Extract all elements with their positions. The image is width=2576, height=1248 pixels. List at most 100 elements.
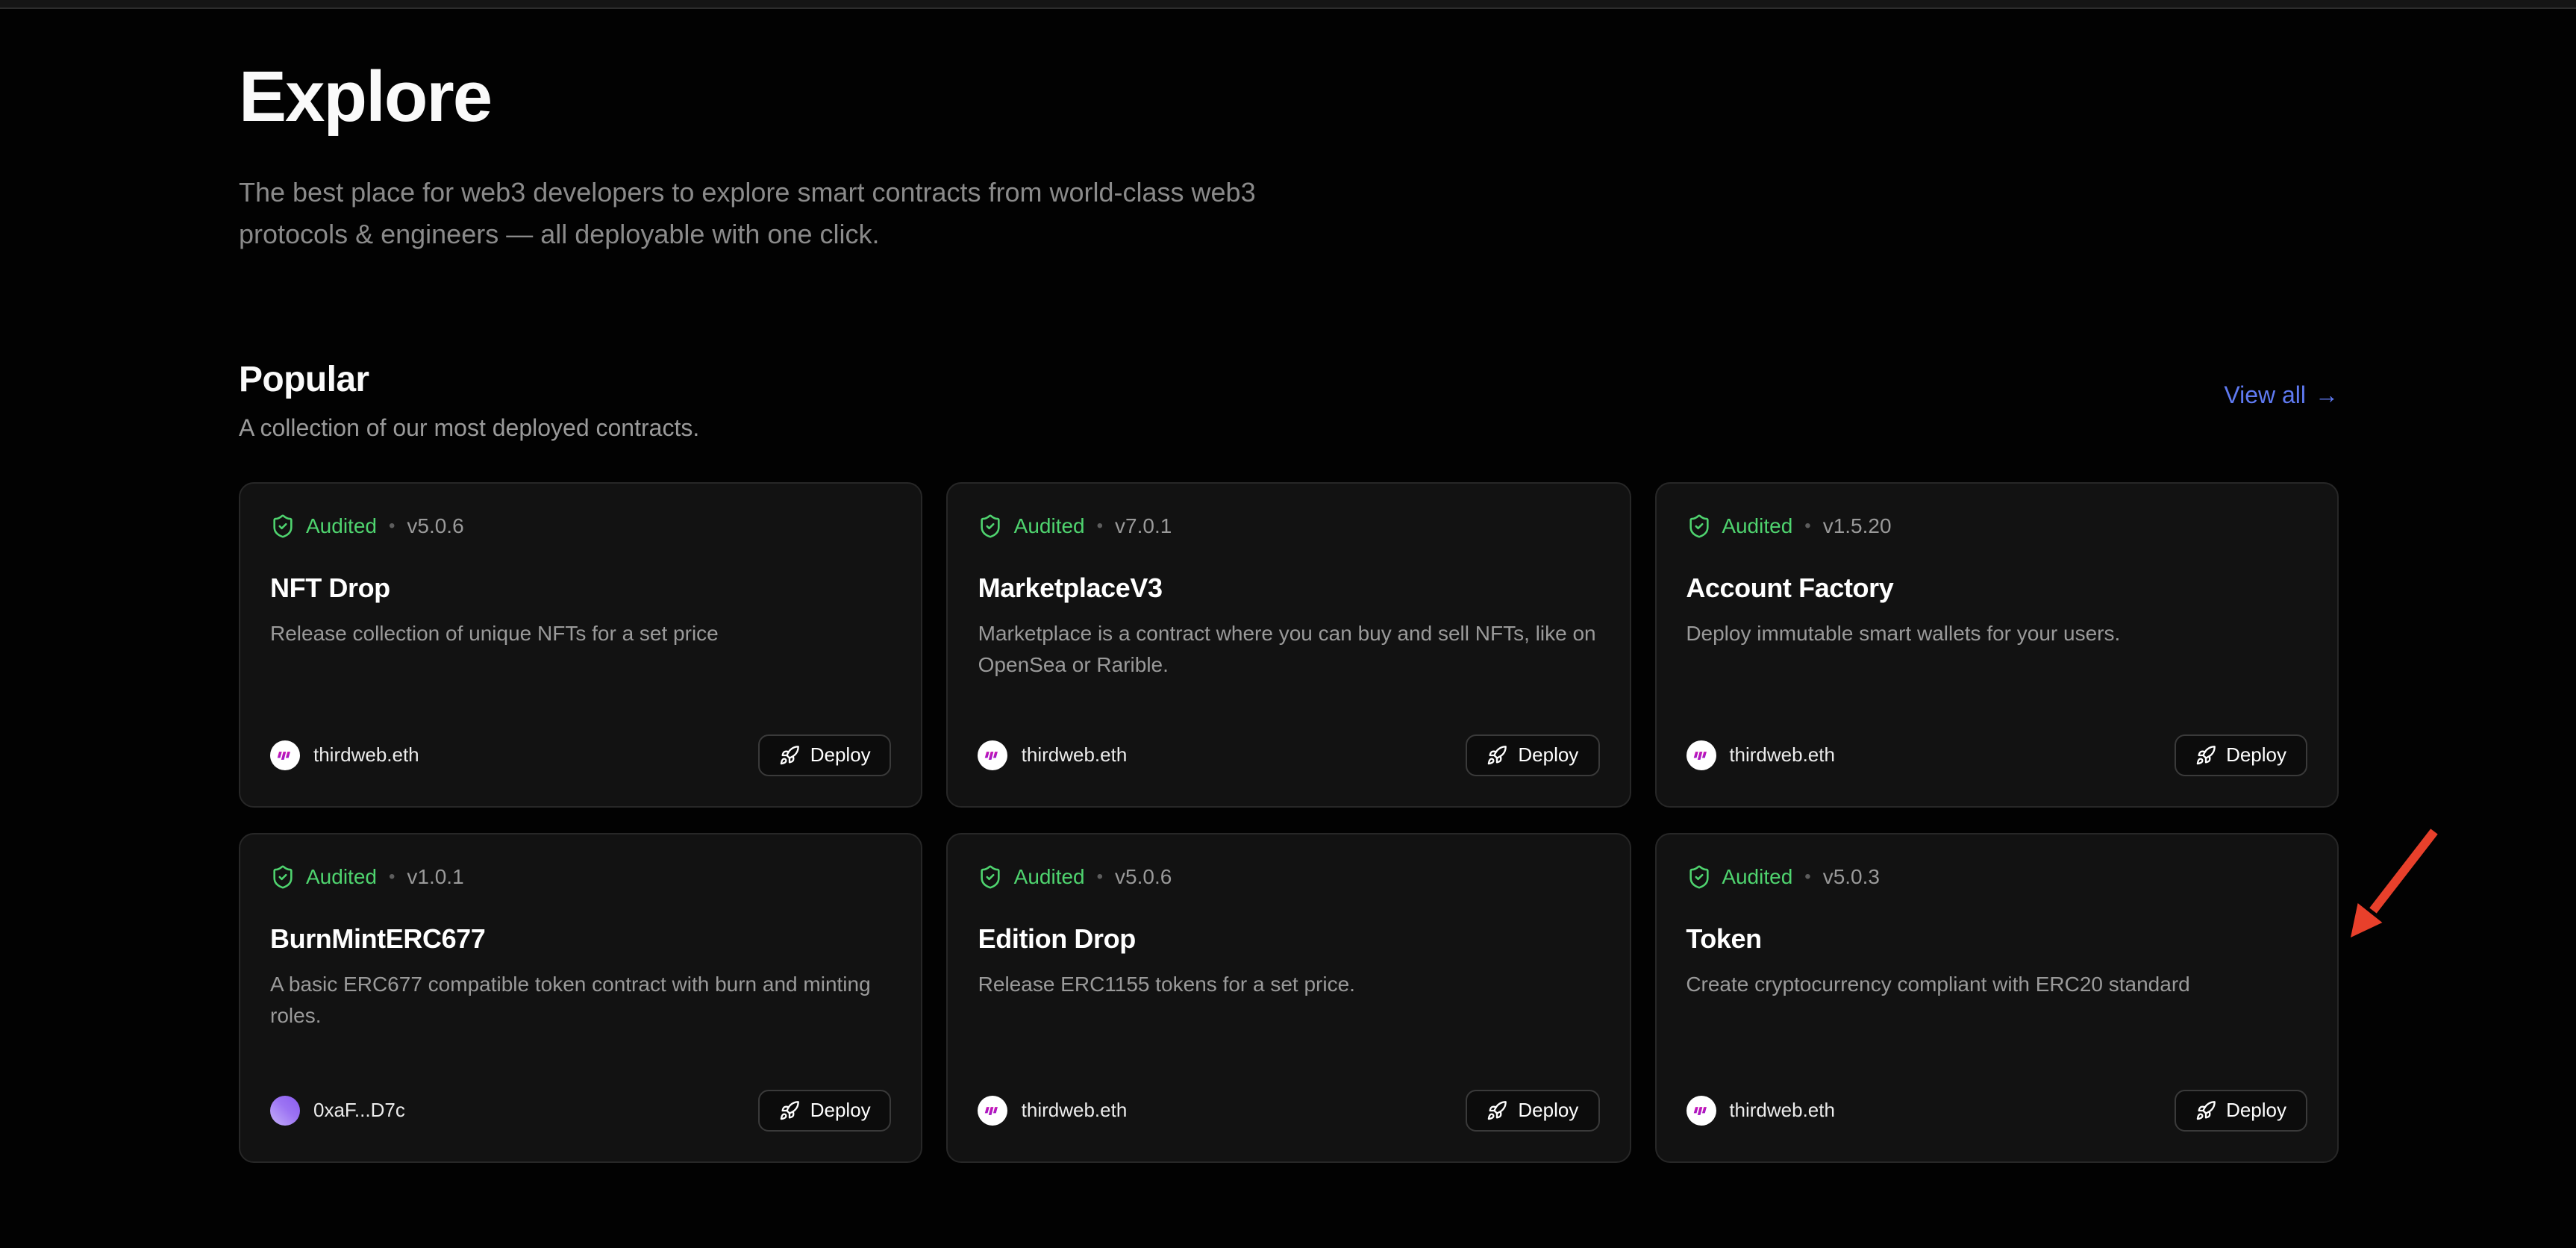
publisher-name: thirdweb.eth	[313, 744, 419, 767]
contract-description: Create cryptocurrency compliant with ERC…	[1686, 969, 2307, 1000]
deploy-button[interactable]: Deploy	[2174, 734, 2307, 776]
publisher[interactable]: thirdweb.eth	[978, 1096, 1128, 1126]
shield-check-icon	[978, 864, 1004, 890]
contract-card[interactable]: Audited • v5.0.6 Edition Drop Release ER…	[947, 833, 1631, 1163]
top-edge-divider	[0, 0, 2576, 9]
shield-check-icon	[978, 514, 1004, 539]
red-arrow-annotation	[2337, 821, 2460, 955]
publisher-avatar	[1686, 1096, 1716, 1126]
rocket-icon	[779, 745, 800, 766]
contract-title: BurnMintERC677	[270, 924, 892, 955]
shield-check-icon	[1686, 514, 1711, 539]
cards-grid: Audited • v5.0.6 NFT Drop Release collec…	[239, 482, 2339, 1163]
card-footer: thirdweb.eth Deploy	[978, 1090, 1600, 1132]
deploy-label: Deploy	[810, 1099, 871, 1122]
publisher-avatar	[978, 740, 1008, 770]
rocket-icon	[2195, 1100, 2216, 1121]
contract-title: Token	[1686, 924, 2307, 955]
page-title: Explore	[239, 60, 2339, 139]
publisher-name: thirdweb.eth	[1729, 1099, 1835, 1122]
rocket-icon	[1486, 1100, 1507, 1121]
dot-separator: •	[1097, 516, 1103, 537]
contract-title: Account Factory	[1686, 573, 2307, 605]
publisher[interactable]: 0xaF...D7c	[270, 1096, 405, 1126]
contract-version: v1.0.1	[407, 865, 463, 889]
popular-subheading: A collection of our most deployed contra…	[239, 416, 2339, 443]
contract-title: MarketplaceV3	[978, 573, 1600, 605]
audited-badge: Audited	[306, 865, 377, 889]
page-subtitle-line2: protocols & engineers — all deployable w…	[239, 219, 879, 249]
deploy-button[interactable]: Deploy	[758, 1090, 892, 1132]
card-footer: thirdweb.eth Deploy	[978, 734, 1600, 776]
dot-separator: •	[389, 516, 395, 537]
thirdweb-logo-icon	[273, 743, 297, 767]
page-subtitle-line1: The best place for web3 developers to ex…	[239, 178, 1256, 208]
page-subtitle: The best place for web3 developers to ex…	[239, 172, 1373, 255]
dot-separator: •	[389, 867, 395, 887]
thirdweb-logo-icon	[981, 1099, 1005, 1123]
card-meta-row: Audited • v7.0.1	[978, 514, 1600, 539]
shield-check-icon	[1686, 864, 1711, 890]
shield-check-icon	[270, 514, 296, 539]
card-footer: thirdweb.eth Deploy	[270, 734, 892, 776]
publisher[interactable]: thirdweb.eth	[978, 740, 1128, 770]
thirdweb-logo-icon	[1689, 743, 1713, 767]
publisher-name: thirdweb.eth	[1022, 744, 1128, 767]
contract-description: Release collection of unique NFTs for a …	[270, 618, 892, 649]
publisher[interactable]: thirdweb.eth	[1686, 740, 1835, 770]
contract-version: v5.0.6	[407, 514, 463, 538]
publisher-avatar	[270, 1096, 300, 1126]
dot-separator: •	[1804, 516, 1810, 537]
popular-heading: Popular	[239, 360, 2339, 402]
view-all-label: View all	[2224, 384, 2306, 411]
rocket-icon	[779, 1100, 800, 1121]
card-footer: 0xaF...D7c Deploy	[270, 1090, 892, 1132]
deploy-button[interactable]: Deploy	[758, 734, 892, 776]
publisher[interactable]: thirdweb.eth	[270, 740, 419, 770]
deploy-button[interactable]: Deploy	[2174, 1090, 2307, 1132]
popular-section-header: Popular A collection of our most deploye…	[239, 360, 2339, 443]
contract-description: Marketplace is a contract where you can …	[978, 618, 1600, 681]
card-meta-row: Audited • v5.0.6	[270, 514, 892, 539]
audited-badge: Audited	[1722, 865, 1792, 889]
thirdweb-logo-icon	[981, 743, 1005, 767]
publisher-avatar	[270, 740, 300, 770]
dot-separator: •	[1097, 867, 1103, 887]
contract-card[interactable]: Audited • v1.0.1 BurnMintERC677 A basic …	[239, 833, 923, 1163]
audited-badge: Audited	[306, 514, 377, 538]
deploy-label: Deploy	[1518, 744, 1578, 767]
view-all-link[interactable]: View all →	[2224, 384, 2339, 411]
contract-version: v1.5.20	[1823, 514, 1892, 538]
contract-title: Edition Drop	[978, 924, 1600, 955]
publisher-avatar	[1686, 740, 1716, 770]
contract-card[interactable]: Audited • v1.5.20 Account Factory Deploy…	[1654, 482, 2339, 808]
deploy-label: Deploy	[2226, 744, 2286, 767]
publisher-avatar	[978, 1096, 1008, 1126]
deploy-label: Deploy	[2226, 1099, 2286, 1122]
contract-description: Release ERC1155 tokens for a set price.	[978, 969, 1600, 1000]
contract-description: A basic ERC677 compatible token contract…	[270, 969, 892, 1032]
publisher-name: thirdweb.eth	[1729, 744, 1835, 767]
card-meta-row: Audited • v5.0.6	[978, 864, 1600, 890]
contract-card[interactable]: Audited • v5.0.3 Token Create cryptocurr…	[1654, 833, 2339, 1163]
card-meta-row: Audited • v1.0.1	[270, 864, 892, 890]
card-footer: thirdweb.eth Deploy	[1686, 1090, 2307, 1132]
contract-description: Deploy immutable smart wallets for your …	[1686, 618, 2307, 649]
audited-badge: Audited	[1722, 514, 1792, 538]
deploy-label: Deploy	[810, 744, 871, 767]
audited-badge: Audited	[1014, 865, 1085, 889]
contract-card[interactable]: Audited • v7.0.1 MarketplaceV3 Marketpla…	[947, 482, 1631, 808]
shield-check-icon	[270, 864, 296, 890]
audited-badge: Audited	[1014, 514, 1085, 538]
publisher-name: 0xaF...D7c	[313, 1099, 405, 1122]
contract-version: v5.0.3	[1823, 865, 1880, 889]
contract-card[interactable]: Audited • v5.0.6 NFT Drop Release collec…	[239, 482, 923, 808]
deploy-button[interactable]: Deploy	[1466, 734, 1599, 776]
deploy-label: Deploy	[1518, 1099, 1578, 1122]
publisher[interactable]: thirdweb.eth	[1686, 1096, 1835, 1126]
deploy-button[interactable]: Deploy	[1466, 1090, 1599, 1132]
dot-separator: •	[1804, 867, 1810, 887]
arrow-right-icon: →	[2315, 384, 2339, 411]
contract-version: v5.0.6	[1115, 865, 1172, 889]
rocket-icon	[1486, 745, 1507, 766]
